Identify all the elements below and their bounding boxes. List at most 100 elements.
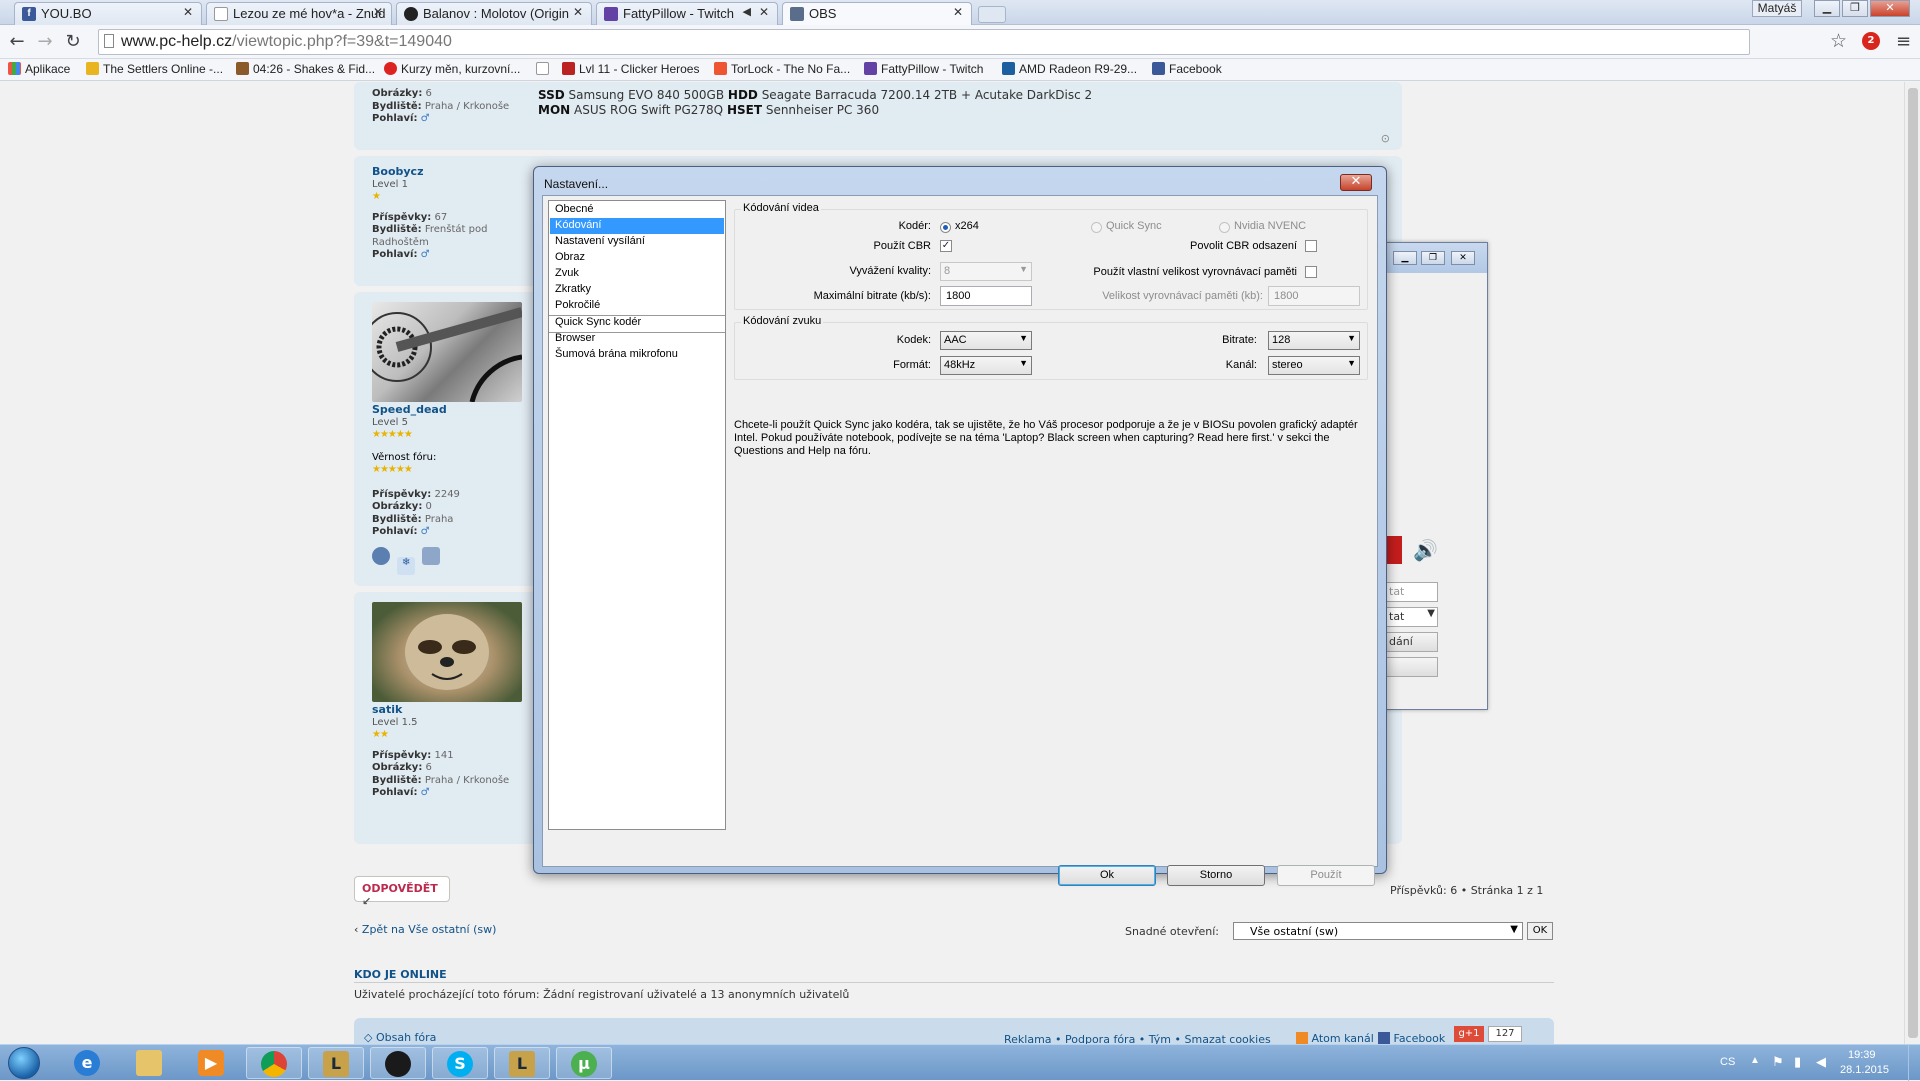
- category-kodovani[interactable]: Kódování: [550, 218, 724, 234]
- taskbar-lol-client[interactable]: L: [494, 1047, 550, 1079]
- xbox-icon[interactable]: [422, 546, 441, 565]
- category-zkratky[interactable]: Zkratky: [550, 282, 724, 298]
- encoder-x264-radio[interactable]: [940, 222, 951, 233]
- bookmark-facebook[interactable]: Facebook: [1152, 62, 1222, 76]
- reply-button[interactable]: ODPOVĚDĚT ↙: [354, 876, 450, 908]
- apply-button[interactable]: Použít: [1277, 865, 1375, 886]
- category-quicksync[interactable]: Quick Sync kodér: [550, 315, 724, 331]
- bookmark-kurzy[interactable]: Kurzy měn, kurzovní...: [384, 62, 520, 76]
- back-to-top-icon[interactable]: ⊙: [1381, 132, 1390, 145]
- close-icon[interactable]: ✕: [373, 5, 383, 19]
- tab-balanov[interactable]: Balanov : Molotov (Origin ✕: [396, 2, 592, 25]
- speaker-icon[interactable]: 🔊: [1413, 538, 1438, 562]
- obs-button[interactable]: dání: [1386, 632, 1438, 652]
- tab-obs[interactable]: OBS ✕: [782, 2, 972, 25]
- max-bitrate-input[interactable]: 1800: [940, 286, 1032, 306]
- bookmark-apps[interactable]: Aplikace: [8, 62, 70, 76]
- custom-buffer-checkbox[interactable]: [1305, 266, 1317, 278]
- audio-bitrate-select[interactable]: 128 ▼: [1268, 331, 1360, 350]
- action-center-icon[interactable]: ⚑: [1772, 1054, 1784, 1070]
- bookmark-shakes[interactable]: 04:26 - Shakes & Fid...: [236, 62, 375, 76]
- language-indicator[interactable]: CS: [1720, 1056, 1735, 1068]
- category-browser[interactable]: Browser: [550, 331, 724, 347]
- bookmark-torlock[interactable]: TorLock - The No Fa...: [714, 62, 850, 76]
- network-icon[interactable]: ▮: [1794, 1054, 1801, 1070]
- jump-ok-button[interactable]: OK: [1527, 922, 1553, 940]
- back-arrow-icon[interactable]: ←: [6, 31, 28, 52]
- show-desktop-button[interactable]: [1908, 1045, 1920, 1081]
- taskbar-utorrent[interactable]: µ: [556, 1047, 612, 1079]
- bookmark-settlers[interactable]: The Settlers Online -...: [86, 62, 223, 76]
- category-list[interactable]: Obecné Kódování Nastavení vysílání Obraz…: [548, 200, 726, 830]
- reload-icon[interactable]: ↻: [62, 31, 84, 52]
- start-button[interactable]: [8, 1047, 40, 1079]
- cbr-checkbox[interactable]: ✓: [940, 240, 952, 252]
- menu-icon[interactable]: ≡: [1896, 31, 1911, 52]
- obs-field[interactable]: tat: [1386, 582, 1438, 602]
- close-icon[interactable]: ✕: [573, 5, 583, 19]
- bookmark-twitch[interactable]: FattyPillow - Twitch: [864, 62, 983, 76]
- bookmark-star-icon[interactable]: ☆: [1830, 30, 1847, 52]
- tab-youbo[interactable]: f YOU.BO ✕: [14, 2, 202, 25]
- codec-select[interactable]: AAC ▼: [940, 331, 1032, 350]
- format-select[interactable]: 48kHz ▼: [940, 356, 1032, 375]
- back-link[interactable]: ‹ Zpět na Vše ostatní (sw): [354, 923, 496, 936]
- footer-home-link[interactable]: ◇ Obsah fóra: [364, 1031, 436, 1044]
- channel-select[interactable]: stereo ▼: [1268, 356, 1360, 375]
- taskbar-chrome[interactable]: [246, 1047, 302, 1079]
- username[interactable]: satik: [372, 703, 509, 717]
- minimize-button[interactable]: ▁: [1393, 251, 1417, 265]
- close-icon[interactable]: ✕: [183, 5, 193, 19]
- forward-arrow-icon[interactable]: →: [34, 31, 56, 52]
- new-tab-button[interactable]: [978, 6, 1006, 23]
- maximize-button[interactable]: ❐: [1421, 251, 1445, 265]
- obs-button[interactable]: [1386, 657, 1438, 677]
- clock-time[interactable]: 19:39: [1848, 1049, 1876, 1061]
- taskbar-ie[interactable]: e: [60, 1047, 116, 1079]
- close-icon[interactable]: ✕: [953, 5, 963, 19]
- speaker-icon[interactable]: ◀: [743, 5, 751, 18]
- obs-select[interactable]: tat ▼: [1386, 607, 1438, 627]
- steam-icon[interactable]: [372, 546, 390, 565]
- tab-twitch[interactable]: FattyPillow - Twitch ◀ ✕: [596, 2, 778, 25]
- taskbar-explorer[interactable]: [122, 1047, 178, 1079]
- scrollbar-thumb[interactable]: [1908, 88, 1918, 1038]
- jump-select[interactable]: Vše ostatní (sw) ▼: [1233, 922, 1523, 940]
- dialog-close-button[interactable]: ✕: [1340, 174, 1372, 191]
- window-close-button[interactable]: ✕: [1451, 251, 1475, 265]
- username[interactable]: Boobycz: [372, 165, 492, 179]
- ok-button[interactable]: Ok: [1058, 865, 1156, 886]
- tray-expand-icon[interactable]: ▲: [1750, 1055, 1760, 1066]
- cancel-button[interactable]: Storno: [1167, 865, 1265, 886]
- tab-lezou[interactable]: Lezou ze mé hov*a - Znud ✕: [206, 2, 392, 25]
- profile-user-button[interactable]: Matyáš: [1752, 0, 1802, 17]
- taskbar-media[interactable]: ▶: [184, 1047, 240, 1079]
- taskbar-skype[interactable]: S: [432, 1047, 488, 1079]
- window-close-button[interactable]: ✕: [1870, 0, 1910, 17]
- username[interactable]: Speed_dead: [372, 403, 460, 417]
- minimize-button[interactable]: ▁: [1814, 0, 1840, 17]
- quality-select[interactable]: 8 ▼: [940, 262, 1032, 281]
- category-noise-gate[interactable]: Šumová brána mikrofonu: [550, 347, 724, 363]
- cbr-padding-checkbox[interactable]: [1305, 240, 1317, 252]
- snowflake-icon[interactable]: ❄: [397, 556, 416, 575]
- page-scrollbar[interactable]: [1904, 82, 1920, 1044]
- taskbar-obs[interactable]: [370, 1047, 426, 1079]
- category-obecne[interactable]: Obecné: [550, 202, 724, 218]
- extension-badge-icon[interactable]: 2: [1862, 32, 1880, 50]
- category-pokrocile[interactable]: Pokročilé: [550, 298, 724, 314]
- volume-icon[interactable]: ◀: [1816, 1054, 1826, 1070]
- clock-date[interactable]: 28.1.2015: [1840, 1064, 1889, 1076]
- category-zvuk[interactable]: Zvuk: [550, 266, 724, 282]
- category-vysilani[interactable]: Nastavení vysílání: [550, 234, 724, 250]
- bookmark-clicker[interactable]: Lvl 11 - Clicker Heroes: [562, 62, 699, 76]
- close-icon[interactable]: ✕: [759, 5, 769, 19]
- maximize-button[interactable]: ❐: [1842, 0, 1868, 17]
- taskbar-lol[interactable]: L: [308, 1047, 364, 1079]
- bookmark-blank[interactable]: [536, 62, 553, 76]
- address-bar[interactable]: www.pc-help.cz/viewtopic.php?f=39&t=1490…: [98, 29, 1750, 55]
- bookmark-amd[interactable]: AMD Radeon R9-29...: [1002, 62, 1137, 76]
- encoder-quicksync-radio[interactable]: [1091, 222, 1102, 233]
- encoder-nvenc-radio[interactable]: [1219, 222, 1230, 233]
- category-obraz[interactable]: Obraz: [550, 250, 724, 266]
